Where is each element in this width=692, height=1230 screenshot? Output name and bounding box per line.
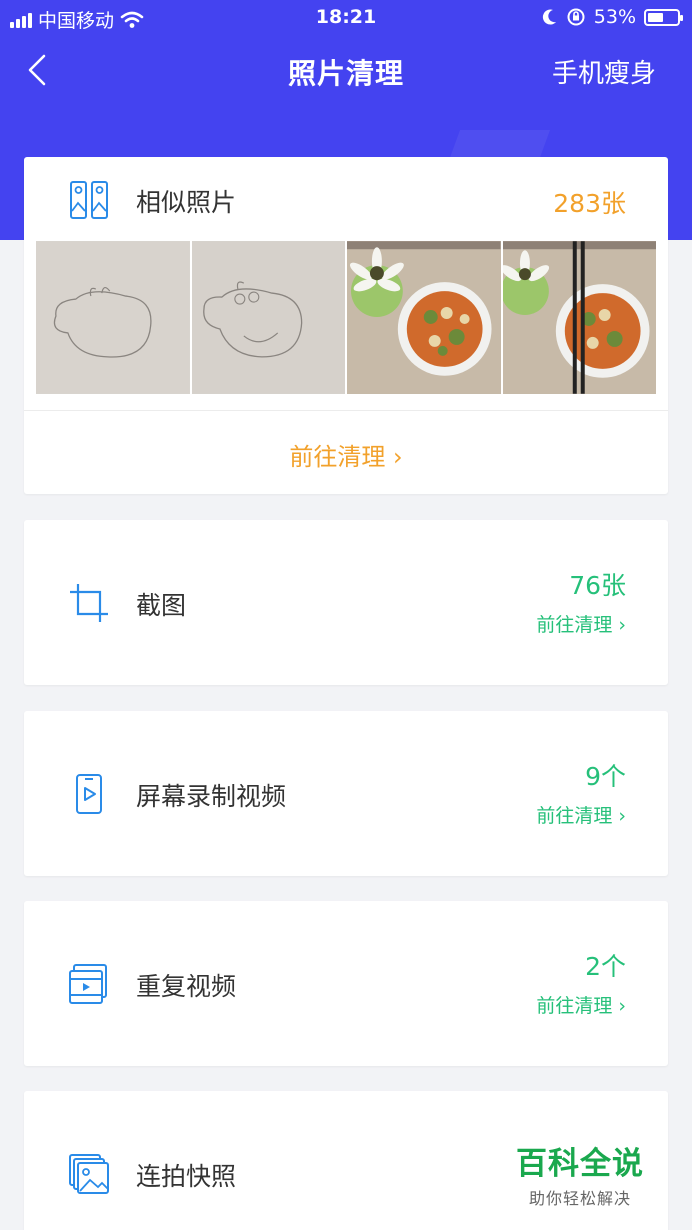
status-right: 53% (542, 6, 683, 28)
pig-sketch-image (191, 241, 345, 394)
similar-photos-label: 相似照片 (136, 188, 237, 217)
screen-recording-clean-button[interactable]: 前往清理 › (536, 801, 626, 828)
battery-icon (644, 8, 683, 26)
watermark-subtitle: 助你轻松解决 (528, 1189, 631, 1208)
screenshot-clean-button[interactable]: 前往清理 › (536, 610, 626, 637)
pig-sketch-image (36, 241, 190, 394)
screenshot-label: 截图 (136, 591, 187, 620)
screen-recording-count: 9个 (585, 762, 626, 791)
phone-video-icon (76, 774, 102, 814)
thumbnail-pig-sketch-1[interactable] (36, 241, 190, 394)
watermark-logo: 百科全说 助你轻松解决 (516, 1138, 644, 1209)
nav-bar: 照片清理 手机瘦身 (0, 40, 692, 100)
screen-recording-label: 屏幕录制视频 (136, 782, 287, 811)
card-divider (24, 410, 668, 411)
duplicate-video-label: 重复视频 (136, 972, 237, 1001)
similar-photos-icon (70, 181, 108, 219)
burst-photos-label: 连拍快照 (136, 1162, 237, 1191)
slim-phone-button[interactable]: 手机瘦身 (552, 53, 656, 90)
similar-photos-card[interactable]: 相似照片 283张 前往清理 › (24, 157, 668, 494)
battery-percent: 53% (593, 6, 636, 28)
crop-icon (70, 584, 108, 622)
duplicate-video-card[interactable]: 重复视频 2个 前往清理 › (24, 901, 668, 1066)
film-icon (69, 964, 107, 1004)
status-bar: 中国移动 18:21 53% (0, 0, 692, 36)
similar-photos-clean-button[interactable]: 前往清理 › (24, 437, 668, 472)
food-bowl-chopsticks-image (502, 241, 656, 394)
screenshot-card[interactable]: 截图 76张 前往清理 › (24, 520, 668, 685)
thumbnail-pig-sketch-2[interactable] (191, 241, 345, 394)
similar-photos-thumbnails (36, 241, 656, 394)
food-bowl-image (347, 241, 501, 394)
watermark-brand: 百科全说 (516, 1146, 644, 1182)
moon-icon (542, 9, 556, 25)
thumbnail-food-bowl-1[interactable] (347, 241, 501, 394)
burst-photos-icon (69, 1154, 109, 1194)
screenshot-count: 76张 (569, 571, 626, 600)
rotation-lock-icon (567, 8, 585, 26)
duplicate-video-clean-button[interactable]: 前往清理 › (536, 991, 626, 1018)
battery-fill (648, 12, 663, 22)
similar-photos-count: 283张 (553, 189, 626, 218)
thumbnail-food-bowl-chopsticks[interactable] (502, 241, 656, 394)
duplicate-video-count: 2个 (585, 952, 626, 981)
screen-recording-card[interactable]: 屏幕录制视频 9个 前往清理 › (24, 711, 668, 876)
